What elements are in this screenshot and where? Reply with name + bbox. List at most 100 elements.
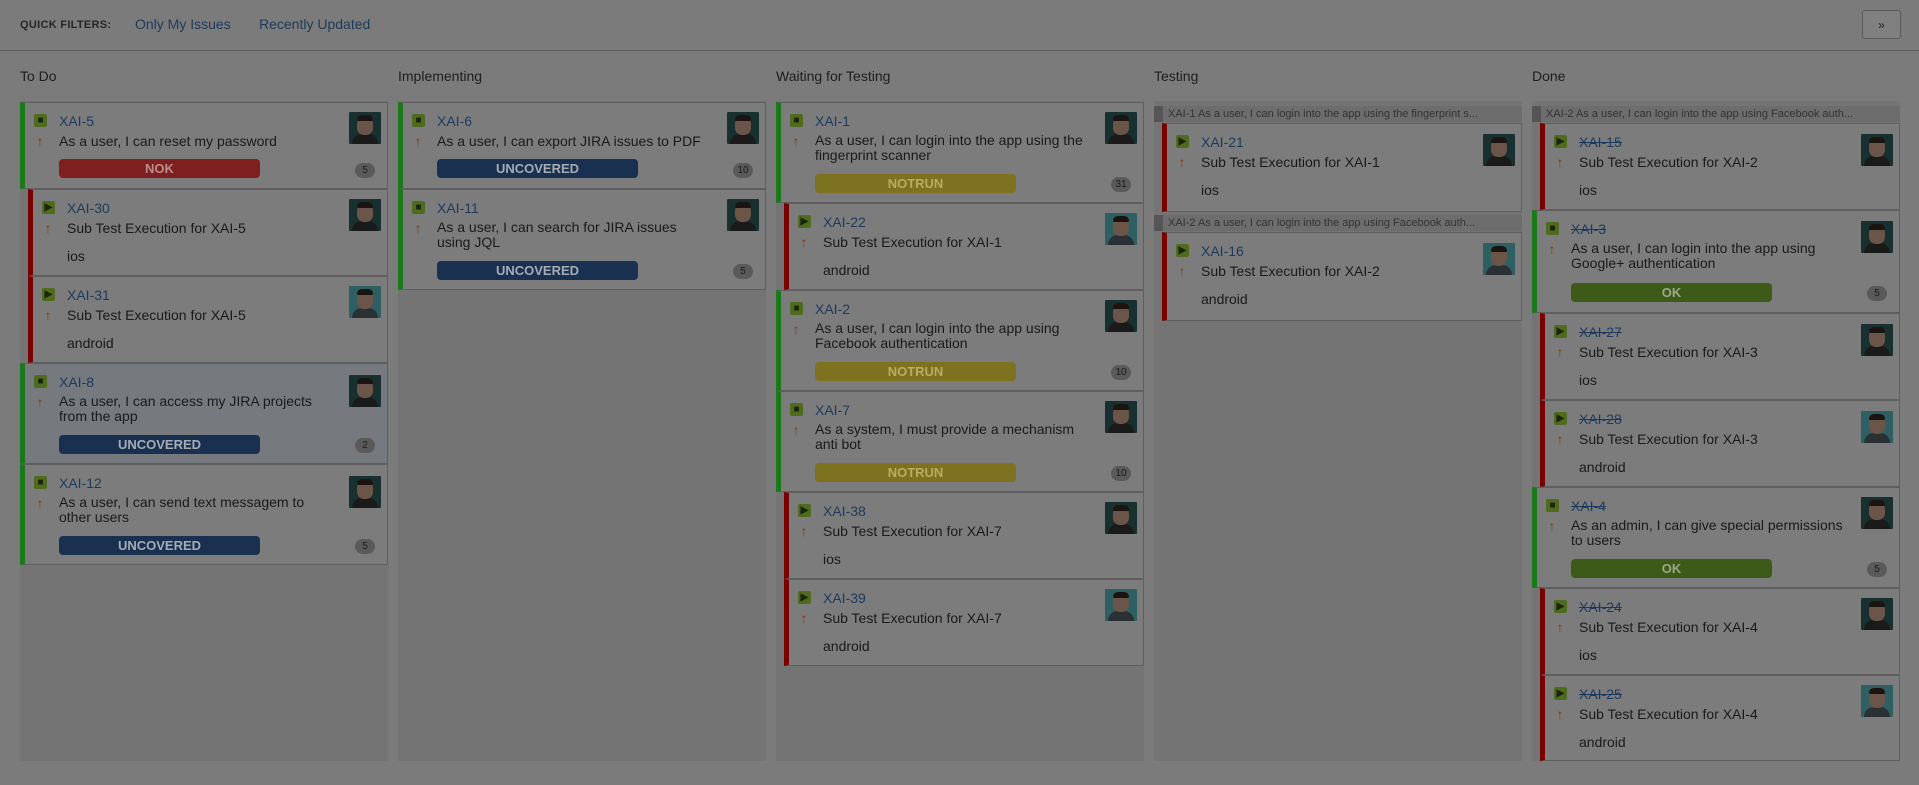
issue-key[interactable]: XAI-31 <box>67 287 110 303</box>
issue-key[interactable]: XAI-11 <box>437 200 479 216</box>
issue-key[interactable]: XAI-27 <box>1579 324 1622 340</box>
swimlane-title: XAI-2 As a user, I can login into the ap… <box>1546 108 1853 120</box>
priority-up-arrow-icon: ↑ <box>800 610 808 626</box>
issue-summary: Sub Test Execution for XAI-1 <box>1201 154 1380 170</box>
issue-card-xai-11[interactable]: ■ ↑ XAI-11 As a user, I can search for J… <box>398 189 766 290</box>
issue-key[interactable]: XAI-1 <box>815 113 850 129</box>
test-environment: ios <box>1579 182 1597 198</box>
swimlane-bar <box>1532 106 1541 122</box>
issue-card-xai-22[interactable]: ▶ ↑ XAI-22 Sub Test Execution for XAI-1 … <box>784 203 1144 290</box>
issue-key[interactable]: XAI-6 <box>437 113 472 129</box>
issue-card-xai-15[interactable]: ▶ ↑ XAI-15 Sub Test Execution for XAI-2 … <box>1540 123 1900 210</box>
test-environment: android <box>1579 734 1626 750</box>
priority-up-arrow-icon: ↑ <box>1548 518 1556 534</box>
issue-card-xai-7[interactable]: ■ ↑ XAI-7 As a system, I must provide a … <box>776 391 1144 492</box>
issue-card-xai-28[interactable]: ▶ ↑ XAI-28 Sub Test Execution for XAI-3 … <box>1540 400 1900 487</box>
issue-card-xai-6[interactable]: ■ ↑ XAI-6 As a user, I can export JIRA i… <box>398 102 766 189</box>
issue-card-xai-38[interactable]: ▶ ↑ XAI-38 Sub Test Execution for XAI-7 … <box>784 492 1144 579</box>
priority-up-arrow-icon: ↑ <box>792 321 800 337</box>
issue-card-xai-1[interactable]: ■ ↑ XAI-1 As a user, I can login into th… <box>776 102 1144 203</box>
assignee-avatar <box>1483 134 1515 166</box>
sub-test-execution-icon: ▶ <box>1176 135 1189 148</box>
swimlane-bar <box>1154 215 1163 231</box>
priority-up-arrow-icon: ↑ <box>800 523 808 539</box>
issue-key[interactable]: XAI-3 <box>1571 221 1606 237</box>
issue-summary: Sub Test Execution for XAI-5 <box>67 220 246 236</box>
issue-card-xai-2[interactable]: ■ ↑ XAI-2 As a user, I can login into th… <box>776 290 1144 391</box>
issue-summary: As a user, I can export JIRA issues to P… <box>437 133 701 149</box>
issue-card-xai-24[interactable]: ▶ ↑ XAI-24 Sub Test Execution for XAI-4 … <box>1540 588 1900 675</box>
issue-key[interactable]: XAI-22 <box>823 214 866 230</box>
issue-card-xai-16[interactable]: ▶ ↑ XAI-16 Sub Test Execution for XAI-2 … <box>1162 232 1522 321</box>
issue-card-xai-4[interactable]: ■ ↑ XAI-4 As an admin, I can give specia… <box>1532 487 1900 588</box>
issue-card-xai-30[interactable]: ▶ ↑ XAI-30 Sub Test Execution for XAI-5 … <box>28 189 388 276</box>
test-status-badge: UNCOVERED <box>437 261 638 280</box>
issue-summary: Sub Test Execution for XAI-2 <box>1201 263 1380 279</box>
issue-summary-line-2: fingerprint scanner <box>815 147 931 163</box>
test-count-badge: 10 <box>733 163 753 178</box>
chevron-double-down-icon: » <box>1878 17 1885 32</box>
assignee-avatar <box>1105 300 1137 332</box>
test-status-badge: OK <box>1571 559 1772 578</box>
issue-card-xai-3[interactable]: ■ ↑ XAI-3 As a user, I can login into th… <box>1532 210 1900 313</box>
assignee-avatar <box>1861 598 1893 630</box>
story-icon: ■ <box>1546 222 1559 235</box>
test-status-badge: UNCOVERED <box>437 159 638 178</box>
assignee-avatar <box>349 112 381 144</box>
issue-summary: Sub Test Execution for XAI-3 <box>1579 431 1758 447</box>
story-icon: ■ <box>412 114 425 127</box>
story-icon: ■ <box>34 476 47 489</box>
issue-key[interactable]: XAI-28 <box>1579 411 1622 427</box>
issue-key[interactable]: XAI-12 <box>59 475 102 491</box>
issue-key[interactable]: XAI-39 <box>823 590 866 606</box>
test-environment: android <box>67 335 114 351</box>
issue-card-xai-12[interactable]: ■ ↑ XAI-12 As a user, I can send text me… <box>20 464 388 565</box>
filter-recently-updated[interactable]: Recently Updated <box>259 16 370 32</box>
issue-summary-line-2: Google+ authentication <box>1571 255 1716 271</box>
test-environment: ios <box>1579 647 1597 663</box>
issue-key[interactable]: XAI-7 <box>815 402 850 418</box>
priority-up-arrow-icon: ↑ <box>44 220 52 236</box>
issue-key[interactable]: XAI-38 <box>823 503 866 519</box>
issue-card-xai-5[interactable]: ■ ↑ XAI-5 As a user, I can reset my pass… <box>20 102 388 189</box>
issue-key[interactable]: XAI-8 <box>59 374 94 390</box>
issue-key[interactable]: XAI-15 <box>1579 134 1622 150</box>
issue-card-xai-25[interactable]: ▶ ↑ XAI-25 Sub Test Execution for XAI-4 … <box>1540 675 1900 761</box>
test-count-badge: 10 <box>1111 466 1131 481</box>
issue-card-xai-8[interactable]: ■ ↑ XAI-8 As a user, I can access my JIR… <box>20 363 388 464</box>
issue-summary: Sub Test Execution for XAI-2 <box>1579 154 1758 170</box>
test-status-badge: NOTRUN <box>815 174 1016 193</box>
sub-test-execution-icon: ▶ <box>1176 244 1189 257</box>
issue-card-xai-31[interactable]: ▶ ↑ XAI-31 Sub Test Execution for XAI-5 … <box>28 276 388 363</box>
swimlane-bar <box>1154 106 1163 122</box>
swimlane-header-xai-2[interactable]: XAI-2 As a user, I can login into the ap… <box>1154 215 1522 231</box>
story-icon: ■ <box>790 302 803 315</box>
priority-up-arrow-icon: ↑ <box>792 422 800 438</box>
collapse-button[interactable]: » <box>1862 10 1901 39</box>
issue-card-xai-27[interactable]: ▶ ↑ XAI-27 Sub Test Execution for XAI-3 … <box>1540 313 1900 400</box>
sub-test-execution-icon: ▶ <box>1554 135 1567 148</box>
sub-test-execution-icon: ▶ <box>798 591 811 604</box>
issue-key[interactable]: XAI-16 <box>1201 243 1244 259</box>
issue-key[interactable]: XAI-30 <box>67 200 110 216</box>
issue-key[interactable]: XAI-21 <box>1201 134 1244 150</box>
swimlane-header-xai-1[interactable]: XAI-1 As a user, I can login into the ap… <box>1154 106 1522 122</box>
issue-key[interactable]: XAI-2 <box>815 301 850 317</box>
filter-only-my-issues[interactable]: Only My Issues <box>135 16 231 32</box>
assignee-avatar <box>1861 324 1893 356</box>
issue-key[interactable]: XAI-25 <box>1579 686 1622 702</box>
issue-card-xai-39[interactable]: ▶ ↑ XAI-39 Sub Test Execution for XAI-7 … <box>784 579 1144 666</box>
test-status-badge: UNCOVERED <box>59 536 260 555</box>
test-environment: ios <box>1201 182 1219 198</box>
issue-summary-line-1: As a system, I must provide a mechanism <box>815 421 1075 437</box>
issue-card-xai-21[interactable]: ▶ ↑ XAI-21 Sub Test Execution for XAI-1 … <box>1162 123 1522 212</box>
assignee-avatar <box>349 476 381 508</box>
assignee-avatar <box>1105 401 1137 433</box>
priority-up-arrow-icon: ↑ <box>1178 154 1186 170</box>
assignee-avatar <box>1483 243 1515 275</box>
issue-key[interactable]: XAI-5 <box>59 113 94 129</box>
issue-summary: Sub Test Execution for XAI-7 <box>823 610 1002 626</box>
issue-key[interactable]: XAI-24 <box>1579 599 1622 615</box>
swimlane-header-xai-2[interactable]: XAI-2 As a user, I can login into the ap… <box>1532 106 1900 122</box>
issue-key[interactable]: XAI-4 <box>1571 498 1606 514</box>
